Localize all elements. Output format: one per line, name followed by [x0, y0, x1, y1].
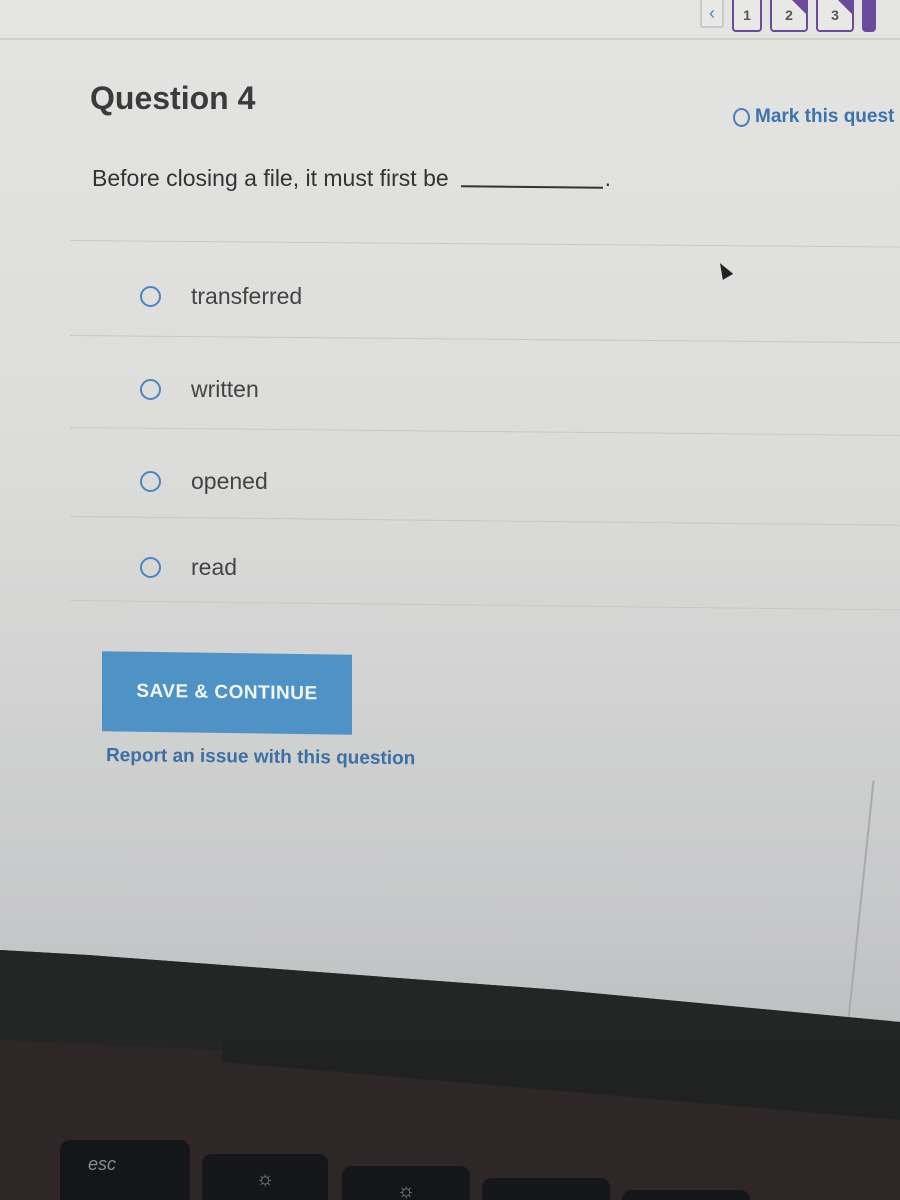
question-nav-3[interactable]: 3	[816, 0, 854, 32]
brightness-down-key[interactable]: ☼	[202, 1154, 328, 1200]
answered-flag-icon	[838, 0, 852, 14]
radio-icon	[733, 107, 750, 127]
brightness-down-icon: ☼	[255, 1168, 275, 1190]
option-divider	[69, 600, 900, 611]
mission-control-key[interactable]	[482, 1178, 610, 1200]
option-divider	[69, 516, 900, 526]
question-nav-1[interactable]: 1	[732, 0, 762, 32]
option-label: opened	[191, 468, 268, 494]
radio-icon[interactable]	[140, 557, 161, 578]
option-label: read	[191, 554, 238, 580]
mark-question-toggle[interactable]: Mark this quest	[733, 106, 894, 128]
option-divider	[69, 335, 900, 344]
option-transferred[interactable]: transferred	[140, 283, 302, 310]
option-divider	[69, 240, 900, 248]
chevron-left-icon: ‹	[709, 2, 715, 23]
radio-icon[interactable]	[140, 286, 161, 307]
option-written[interactable]: written	[140, 376, 259, 403]
question-title: Question 4	[90, 80, 256, 116]
mouse-cursor-icon	[714, 260, 734, 280]
option-divider	[69, 427, 900, 436]
panel-edge	[847, 780, 875, 1020]
question-prompt-text: Before closing a file, it must first be	[92, 165, 449, 191]
question-nav-next[interactable]	[862, 0, 876, 32]
mark-question-label: Mark this quest	[755, 106, 895, 127]
launchpad-key[interactable]	[622, 1190, 750, 1200]
brightness-up-key[interactable]: ☼	[342, 1166, 470, 1200]
screen: ‹ 1 2 3 Mark this quest Question 4 Befor…	[0, 0, 900, 1022]
question-nav-label: 1	[743, 7, 751, 23]
question-navigation: ‹ 1 2 3	[700, 0, 876, 36]
question-prompt: Before closing a file, it must first be …	[92, 165, 611, 192]
option-opened[interactable]: opened	[140, 468, 268, 495]
question-nav-2[interactable]: 2	[770, 0, 808, 32]
option-read[interactable]: read	[140, 554, 237, 581]
save-and-continue-button[interactable]: SAVE & CONTINUE	[102, 651, 352, 735]
prompt-period: .	[604, 165, 612, 191]
esc-key[interactable]: esc	[60, 1140, 190, 1200]
option-label: transferred	[191, 283, 303, 309]
option-label: written	[191, 376, 259, 402]
radio-icon[interactable]	[140, 379, 161, 400]
brightness-up-icon: ☼	[396, 1180, 416, 1200]
answer-blank	[460, 185, 603, 189]
report-issue-link[interactable]: Report an issue with this question	[106, 745, 416, 770]
header-divider	[0, 38, 900, 40]
esc-key-label: esc	[88, 1154, 117, 1174]
radio-icon[interactable]	[140, 471, 161, 492]
previous-question-button[interactable]: ‹	[700, 0, 724, 28]
answered-flag-icon	[792, 0, 806, 14]
